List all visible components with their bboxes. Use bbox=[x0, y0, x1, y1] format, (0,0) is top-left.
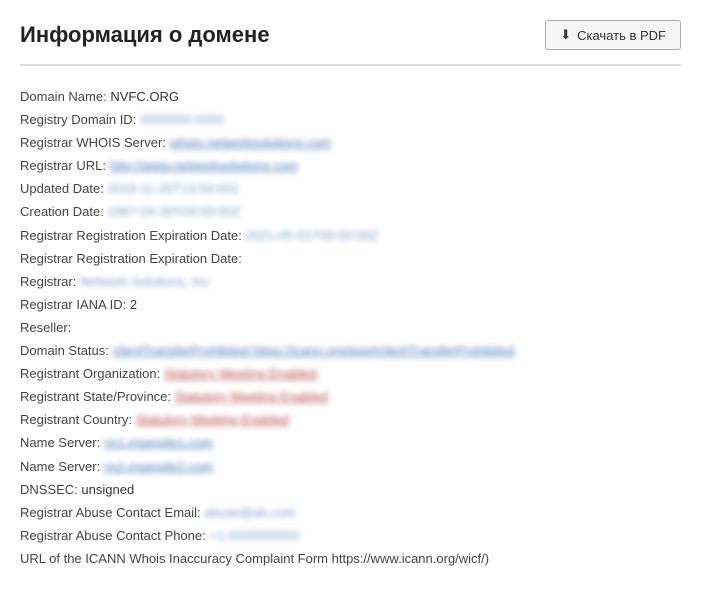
whois-value: 2021-05-01T00:00:00Z bbox=[245, 225, 378, 247]
whois-value: 1997-04-30T04:00:00Z bbox=[107, 201, 240, 223]
whois-row: Reseller: bbox=[20, 317, 681, 339]
whois-value: http://www.networksolutions.com bbox=[110, 155, 299, 177]
whois-row: Registrar URL: http://www.networksolutio… bbox=[20, 155, 681, 177]
whois-label: Registry Domain ID: bbox=[20, 112, 136, 127]
whois-label: Domain Name: bbox=[20, 89, 107, 104]
whois-value: Network Solutions, Inc bbox=[80, 271, 209, 293]
whois-value: clientTransferProhibited https://icann.o… bbox=[113, 340, 515, 362]
whois-label: Registrant Organization: bbox=[20, 366, 160, 381]
whois-label: Reseller: bbox=[20, 320, 71, 335]
whois-row: Registrant Country: Statutory Meeting En… bbox=[20, 409, 681, 431]
whois-label: Registrar URL: bbox=[20, 158, 106, 173]
whois-row: Name Server: ns2.example2.com bbox=[20, 456, 681, 478]
whois-label: Registrant Country: bbox=[20, 412, 132, 427]
whois-label: Registrar Abuse Contact Email: bbox=[20, 505, 201, 520]
whois-label: DNSSEC: bbox=[20, 482, 78, 497]
whois-row: Registrar WHOIS Server: whois.networksol… bbox=[20, 132, 681, 154]
whois-row: Registrar Registration Expiration Date: … bbox=[20, 225, 681, 247]
whois-value: ns1.example1.com bbox=[104, 432, 213, 454]
whois-label: Creation Date: bbox=[20, 204, 104, 219]
whois-label: URL of the ICANN Whois Inaccuracy Compla… bbox=[20, 551, 489, 566]
whois-row: URL of the ICANN Whois Inaccuracy Compla… bbox=[20, 548, 681, 570]
whois-row: Registrar IANA ID: 2 bbox=[20, 294, 681, 316]
whois-label: Registrar: bbox=[20, 274, 76, 289]
whois-label: Name Server: bbox=[20, 435, 100, 450]
whois-label: Registrar Registration Expiration Date: bbox=[20, 228, 242, 243]
whois-label: Name Server: bbox=[20, 459, 100, 474]
whois-row: DNSSEC: unsigned bbox=[20, 479, 681, 501]
whois-row: Registrant Organization: Statutory Meeti… bbox=[20, 363, 681, 385]
whois-row: Registrar Registration Expiration Date: bbox=[20, 248, 681, 270]
whois-value: 0000000-0000 bbox=[140, 109, 224, 131]
whois-value: +1.0000000000 bbox=[209, 525, 300, 547]
download-icon: ⬇ bbox=[560, 27, 571, 43]
whois-value: Statutory Meeting Enabled bbox=[164, 363, 317, 385]
page-title: Информация о домене bbox=[20, 22, 270, 48]
whois-row: Registrant State/Province: Statutory Mee… bbox=[20, 386, 681, 408]
whois-value: whois.networksolutions.com bbox=[170, 132, 332, 154]
pdf-download-button[interactable]: ⬇ Скачать в PDF bbox=[545, 20, 681, 50]
whois-row: Updated Date: 2019-11-20T13:54:002 bbox=[20, 178, 681, 200]
whois-row: Name Server: ns1.example1.com bbox=[20, 432, 681, 454]
whois-value: unsigned bbox=[81, 482, 134, 497]
whois-row: Registrar: Network Solutions, Inc bbox=[20, 271, 681, 293]
whois-value: ns2.example2.com bbox=[104, 456, 213, 478]
whois-label: Updated Date: bbox=[20, 181, 104, 196]
whois-row: Domain Name: NVFC.ORG bbox=[20, 86, 681, 108]
whois-value: NVFC.ORG bbox=[110, 89, 179, 104]
whois-row: Registry Domain ID: 0000000-0000 bbox=[20, 109, 681, 131]
whois-value: 2019-11-20T13:54:002 bbox=[107, 178, 238, 200]
page-header: Информация о домене ⬇ Скачать в PDF bbox=[20, 20, 681, 66]
whois-value: Statutory Meeting Enabled bbox=[136, 409, 289, 431]
whois-content: Domain Name: NVFC.ORGRegistry Domain ID:… bbox=[20, 86, 681, 570]
whois-value: 2 bbox=[130, 297, 137, 312]
whois-row: Registrar Abuse Contact Email: abuse@ab.… bbox=[20, 502, 681, 524]
whois-label: Registrar Registration Expiration Date: bbox=[20, 251, 242, 266]
whois-value: abuse@ab.com bbox=[204, 502, 295, 524]
whois-label: Registrar WHOIS Server: bbox=[20, 135, 166, 150]
whois-label: Registrar IANA ID: bbox=[20, 297, 126, 312]
whois-row: Registrar Abuse Contact Phone: +1.000000… bbox=[20, 525, 681, 547]
whois-row: Creation Date: 1997-04-30T04:00:00Z bbox=[20, 201, 681, 223]
whois-label: Domain Status: bbox=[20, 343, 109, 358]
whois-label: Registrant State/Province: bbox=[20, 389, 171, 404]
pdf-button-label: Скачать в PDF bbox=[577, 28, 666, 43]
whois-value: Statutory Meeting Enabled bbox=[175, 386, 328, 408]
whois-row: Domain Status: clientTransferProhibited … bbox=[20, 340, 681, 362]
whois-label: Registrar Abuse Contact Phone: bbox=[20, 528, 206, 543]
